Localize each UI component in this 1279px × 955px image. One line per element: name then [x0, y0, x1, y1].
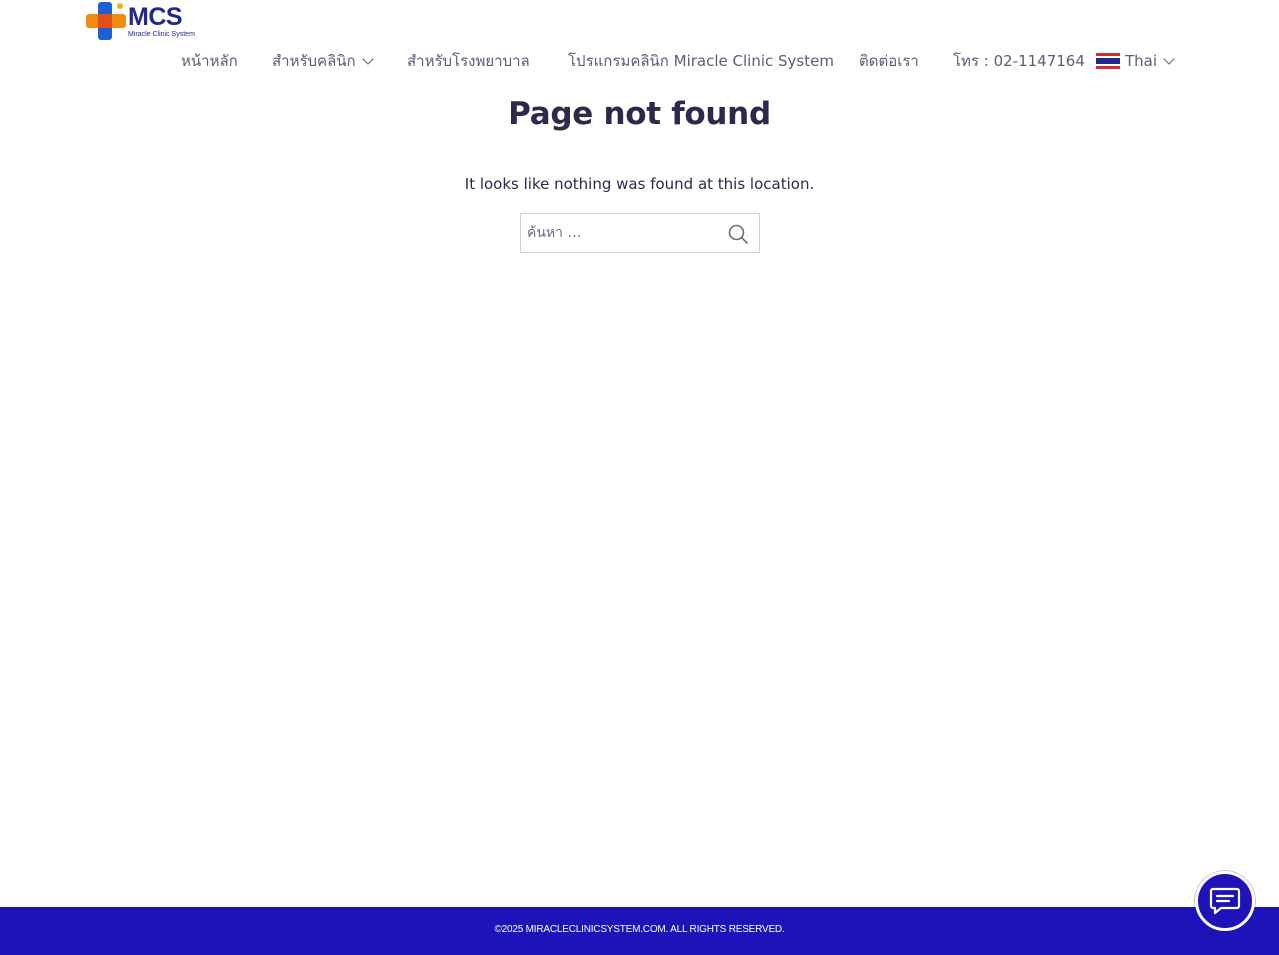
nav-item-label: สำหรับโรงพยาบาล — [407, 52, 530, 70]
chevron-down-icon — [361, 53, 374, 65]
nav-item-clinic-program[interactable]: โปรแกรมคลินิก Miracle Clinic System — [568, 48, 834, 74]
medical-cross-logo-icon — [86, 2, 126, 40]
nav-item-label: ติดต่อเรา — [859, 52, 919, 70]
search-form — [520, 213, 760, 253]
nav-item-label: โปรแกรมคลินิก Miracle Clinic System — [568, 52, 834, 70]
site-logo[interactable]: MCS Miracle Clinic System — [84, 0, 195, 42]
language-label: Thai — [1125, 52, 1158, 70]
chevron-down-icon — [1163, 53, 1175, 65]
main-navigation: หน้าหลัก สำหรับคลินิก สำหรับโรงพยาบาล โป… — [0, 48, 1279, 74]
nav-item-for-hospitals[interactable]: สำหรับโรงพยาบาล — [407, 48, 530, 74]
site-footer: ©2025 MIRACLECLINICSYSTEM.COM. ALL RIGHT… — [0, 907, 1279, 955]
page-title: Page not found — [508, 96, 771, 132]
copyright-text: ©2025 MIRACLECLINICSYSTEM.COM. ALL RIGHT… — [494, 924, 785, 935]
nav-item-for-clinics[interactable]: สำหรับคลินิก — [272, 48, 374, 74]
chat-button[interactable] — [1195, 871, 1255, 931]
search-button[interactable] — [727, 223, 749, 245]
nav-item-label: สำหรับคลินิก — [272, 52, 356, 70]
nav-item-label: โทร : 02-1147164 — [953, 52, 1085, 70]
language-switcher[interactable]: Thai — [1096, 48, 1175, 74]
nav-item-contact[interactable]: ติดต่อเรา — [859, 48, 919, 74]
thailand-flag-icon — [1096, 53, 1120, 69]
search-input[interactable] — [521, 214, 721, 252]
nav-item-home[interactable]: หน้าหลัก — [181, 48, 238, 74]
chat-bubble-icon — [1209, 887, 1241, 915]
nav-item-phone[interactable]: โทร : 02-1147164 — [953, 48, 1085, 74]
logo-brand-text: MCS — [128, 3, 183, 31]
nav-item-label: หน้าหลัก — [181, 52, 238, 70]
logo-tagline: Miracle Clinic System — [128, 31, 195, 38]
search-icon — [728, 224, 748, 244]
not-found-message: It looks like nothing was found at this … — [464, 175, 815, 193]
